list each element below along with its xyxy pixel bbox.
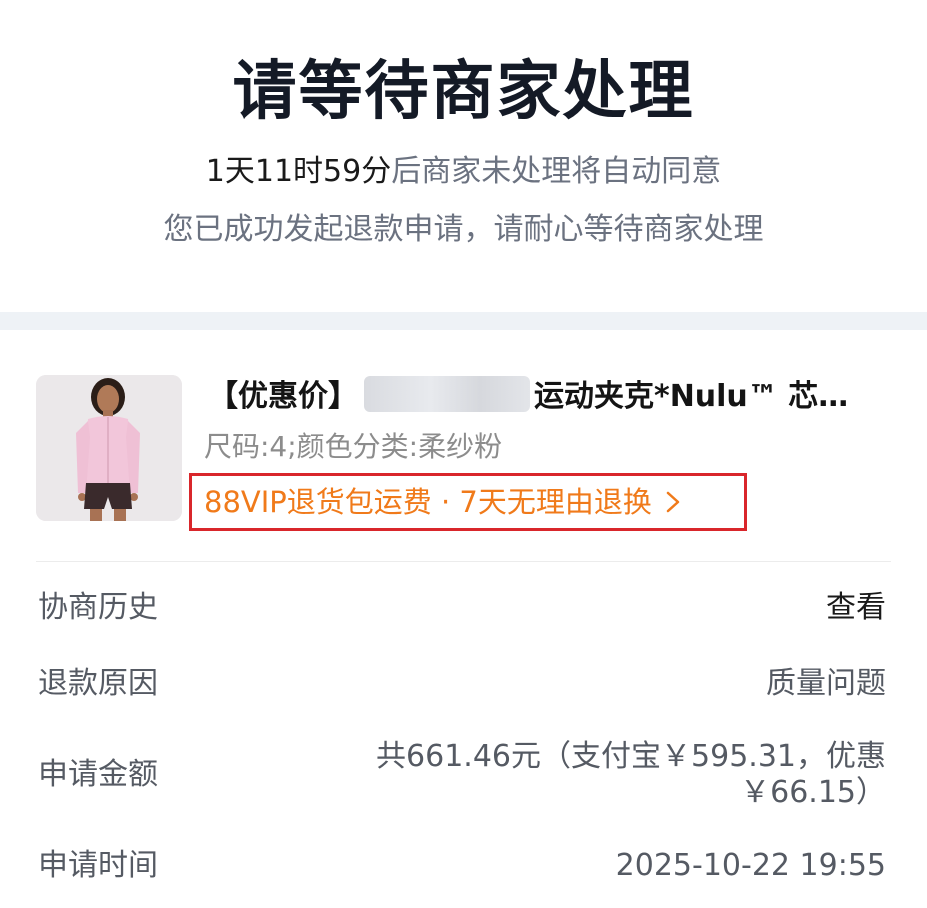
countdown-line: 1天11时59分后商家未处理将自动同意 [0, 152, 927, 192]
time-label: 申请时间 [38, 848, 158, 883]
card-divider [36, 561, 891, 562]
amount-label: 申请金额 [38, 757, 158, 792]
reason-value: 质量问题 [766, 666, 886, 701]
product-photo-icon [36, 375, 182, 521]
view-history-link[interactable]: 查看 [826, 588, 886, 628]
chevron-right-icon [666, 491, 680, 513]
product-title[interactable]: 【优惠价】 运动夹克*Nulu™ 芯… [208, 376, 868, 416]
countdown-time: 1天11时59分 [205, 154, 392, 189]
section-divider [0, 312, 927, 330]
product-card[interactable]: 【优惠价】 运动夹克*Nulu™ 芯… 尺码:4;颜色分类:柔纱粉 88VIP退货… [0, 330, 927, 562]
product-thumbnail[interactable] [36, 375, 182, 521]
service-guarantee-link[interactable]: 88VIP退货包运费 · 7天无理由退换 [189, 473, 747, 531]
time-value: 2025-10-22 19:55 [615, 848, 886, 883]
amount-line-2: ￥66.15） [740, 775, 886, 810]
amount-value: 共661.46元（支付宝￥595.31，优惠 ￥66.15） [356, 739, 886, 811]
service-guarantee-text: 88VIP退货包运费 · 7天无理由退换 [204, 485, 652, 519]
blurred-product-name [364, 376, 530, 412]
history-label: 协商历史 [38, 590, 158, 625]
refund-status-page: 请等待商家处理 1天11时59分后商家未处理将自动同意 您已成功发起退款申请，请… [0, 0, 927, 908]
product-name-text: 运动夹克*Nulu™ 芯… [534, 379, 849, 414]
countdown-text: 后商家未处理将自动同意 [391, 154, 722, 189]
amount-line-1: 共661.46元（支付宝￥595.31，优惠 [376, 739, 886, 774]
status-subtitle: 您已成功发起退款申请，请耐心等待商家处理 [163, 212, 764, 247]
reason-label: 退款原因 [38, 666, 158, 701]
price-tag-label: 【优惠价】 [208, 379, 358, 414]
status-header: 请等待商家处理 1天11时59分后商家未处理将自动同意 您已成功发起退款申请，请… [0, 0, 927, 312]
status-title: 请等待商家处理 [232, 55, 695, 129]
product-spec: 尺码:4;颜色分类:柔纱粉 [204, 430, 503, 463]
